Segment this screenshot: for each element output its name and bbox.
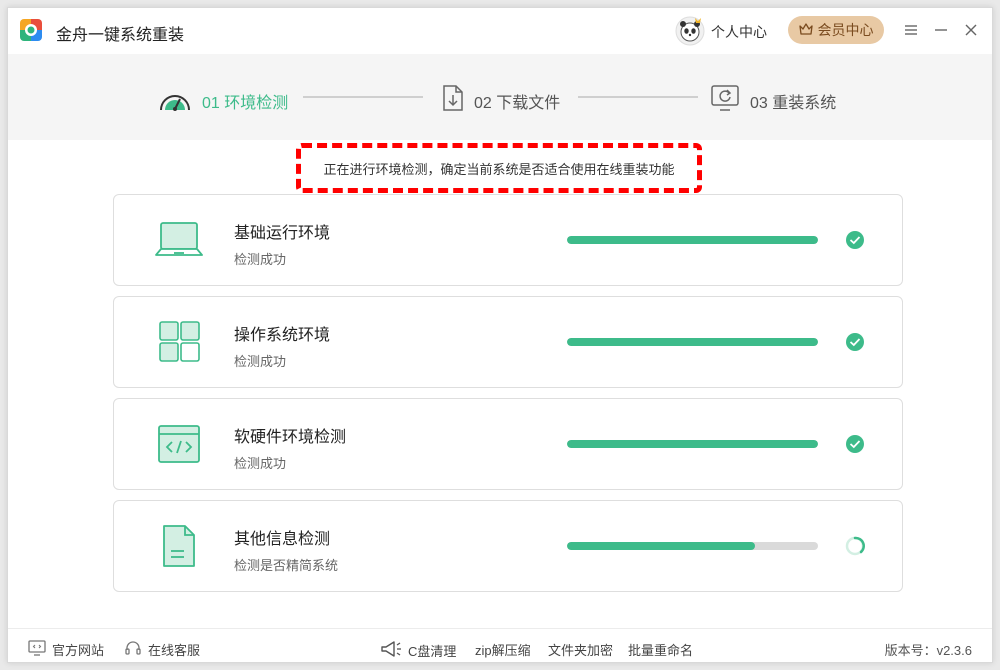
user-avatar[interactable] <box>675 16 705 46</box>
user-center-link[interactable]: 个人中心 <box>711 22 767 42</box>
c-drive-clean-link[interactable]: C盘清理 <box>380 640 456 661</box>
check-card-hardware: 软硬件环境检测 检测成功 <box>113 398 903 490</box>
notice-banner: 正在进行环境检测，确定当前系统是否适合使用在线重装功能 <box>296 143 702 193</box>
check-title: 操作系统环境 <box>234 327 331 344</box>
app-window: 金舟一键系统重装 个人中心 会员中心 01 环境检测 02 下载文件 03 重装… <box>7 7 993 663</box>
step-download: 02 下载文件 <box>438 84 560 117</box>
check-title: 其他信息检测 <box>234 531 331 548</box>
reinstall-icon <box>710 84 740 117</box>
loading-spinner-icon <box>844 535 866 557</box>
vip-label: 会员中心 <box>817 22 874 38</box>
app-logo-icon <box>20 19 42 41</box>
app-title: 金舟一键系统重装 <box>56 27 185 44</box>
megaphone-icon <box>380 640 402 661</box>
link-label: 在线客服 <box>148 643 201 658</box>
step-label: 02 下载文件 <box>474 94 561 112</box>
progress-fill <box>567 542 756 550</box>
footer-bar: 官方网站 在线客服 C盘清理 zip解压缩 文件夹加密 批量重命名 版本号：v2… <box>8 628 992 664</box>
step-label: 03 重装系统 <box>750 94 837 112</box>
minimize-icon[interactable] <box>931 20 951 40</box>
check-title: 基础运行环境 <box>234 225 331 242</box>
title-bar: 金舟一键系统重装 个人中心 会员中心 <box>8 8 992 54</box>
progress-fill <box>567 338 818 346</box>
check-status: 检测成功 <box>234 456 287 471</box>
headset-icon <box>124 640 142 659</box>
check-success-icon <box>844 229 866 251</box>
check-success-icon <box>844 433 866 455</box>
version-label: 版本号：v2.3.6 <box>884 643 972 658</box>
check-status: 检测成功 <box>234 354 287 369</box>
step-label: 01 环境检测 <box>202 94 289 112</box>
check-success-icon <box>844 331 866 353</box>
progress-fill <box>567 440 818 448</box>
vip-center-button[interactable]: 会员中心 <box>788 16 884 44</box>
step-connector <box>303 96 423 98</box>
folder-encrypt-link[interactable]: 文件夹加密 <box>548 640 613 659</box>
step-indicator: 01 环境检测 02 下载文件 03 重装系统 <box>8 54 992 140</box>
download-icon <box>438 84 464 117</box>
monitor-icon <box>28 640 46 659</box>
progress-bar <box>567 440 818 448</box>
gauge-icon <box>158 84 192 117</box>
official-site-link[interactable]: 官方网站 <box>28 640 104 659</box>
zip-tool-link[interactable]: zip解压缩 <box>475 640 531 659</box>
progress-bar <box>567 236 818 244</box>
menu-icon[interactable] <box>901 20 921 40</box>
check-status: 检测成功 <box>234 252 287 267</box>
check-card-basic: 基础运行环境 检测成功 <box>113 194 903 286</box>
code-window-icon <box>154 421 204 467</box>
check-title: 软硬件环境检测 <box>234 429 347 446</box>
laptop-icon <box>154 217 204 263</box>
link-label: 官方网站 <box>52 643 105 658</box>
tool-label: C盘清理 <box>408 644 457 659</box>
document-icon <box>154 523 204 569</box>
batch-rename-link[interactable]: 批量重命名 <box>628 640 693 659</box>
crown-icon <box>798 22 813 39</box>
progress-bar <box>567 542 818 550</box>
check-card-os: 操作系统环境 检测成功 <box>113 296 903 388</box>
step-reinstall: 03 重装系统 <box>710 84 836 117</box>
progress-fill <box>567 236 818 244</box>
step-connector <box>578 96 698 98</box>
close-icon[interactable] <box>961 20 981 40</box>
progress-bar <box>567 338 818 346</box>
check-card-other: 其他信息检测 检测是否精简系统 <box>113 500 903 592</box>
windows-grid-icon <box>154 319 204 365</box>
step-environment: 01 环境检测 <box>158 84 288 117</box>
online-service-link[interactable]: 在线客服 <box>124 640 200 659</box>
check-status: 检测是否精简系统 <box>234 558 339 573</box>
